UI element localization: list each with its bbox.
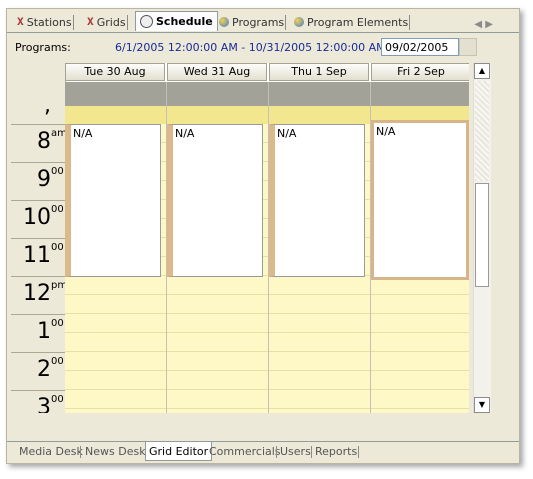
vertical-scrollbar[interactable]: ▲ ▼ bbox=[473, 63, 491, 413]
tab-news-desk[interactable]: News Desk bbox=[85, 443, 146, 460]
tab-programs-label: Programs bbox=[232, 15, 285, 29]
tab-grid-editor[interactable]: Grid Editor bbox=[145, 442, 213, 461]
day-column: Wed 31 Aug N/A bbox=[167, 63, 269, 413]
date-field[interactable] bbox=[381, 38, 459, 56]
hour-label: 1 00 bbox=[11, 314, 65, 352]
appointment[interactable]: N/A bbox=[65, 124, 161, 277]
tab-commercials[interactable]: Commercials bbox=[209, 443, 281, 460]
day-header[interactable]: Tue 30 Aug bbox=[65, 63, 165, 81]
hour-label: 10 00 bbox=[11, 200, 65, 238]
time-corner: , bbox=[44, 93, 51, 118]
tab-programs[interactable]: Programs bbox=[219, 13, 287, 31]
top-slot-band[interactable] bbox=[167, 106, 269, 124]
tab-users[interactable]: Users bbox=[280, 443, 311, 460]
tab-program-elements[interactable]: Program Elements bbox=[294, 13, 411, 31]
wrench-icon: 𝚾 bbox=[87, 16, 94, 28]
day-header[interactable]: Wed 31 Aug bbox=[167, 63, 267, 81]
hour-label: 9 00 bbox=[11, 162, 65, 200]
hour-label: 8 am bbox=[11, 124, 67, 162]
chevron-left-icon[interactable]: ◀ bbox=[474, 19, 482, 30]
day-column: Fri 2 Sep N/A bbox=[371, 63, 469, 413]
day-column: Tue 30 Aug N/A bbox=[65, 63, 167, 413]
tab-schedule[interactable]: Schedule bbox=[135, 11, 218, 31]
scrollbar-track[interactable] bbox=[475, 81, 489, 181]
day-column: Thu 1 Sep N/A bbox=[269, 63, 371, 413]
tab-grids-label: Grids bbox=[96, 15, 126, 29]
tab-scroll-arrows[interactable]: ◀ ▶ bbox=[474, 19, 493, 30]
scroll-up-button[interactable]: ▲ bbox=[474, 63, 490, 79]
tab-divider bbox=[7, 32, 519, 33]
app-window: 𝚾 Stations 𝚾 Grids Schedule Programs Pro… bbox=[6, 8, 520, 464]
schedule-grid: , 8 am 9 00 10 00 11 00 12 pm 1 00 2 00 3 00 Tue… bbox=[11, 63, 469, 413]
tab-schedule-label: Schedule bbox=[156, 15, 213, 28]
programs-range: 6/1/2005 12:00:00 AM - 10/31/2005 12:00:… bbox=[115, 41, 386, 54]
tab-reports[interactable]: Reports bbox=[315, 443, 357, 460]
hour-label: 2 00 bbox=[11, 352, 65, 390]
hour-label: 11 00 bbox=[11, 238, 65, 276]
programs-label: Programs: bbox=[15, 41, 71, 54]
bottom-tab-strip: Media Desk News Desk Grid Editor Commerc… bbox=[7, 441, 519, 462]
top-slot-band[interactable] bbox=[269, 106, 371, 124]
top-tab-strip: 𝚾 Stations 𝚾 Grids Schedule Programs Pro… bbox=[7, 11, 519, 33]
date-picker-button[interactable] bbox=[459, 38, 477, 56]
time-column: , 8 am 9 00 10 00 11 00 12 pm 1 00 2 00 3 00 bbox=[11, 63, 67, 413]
appointment[interactable]: N/A bbox=[167, 124, 263, 277]
hour-label: 3 00 bbox=[11, 390, 65, 413]
tab-stations-label: Stations bbox=[26, 15, 72, 29]
globe-icon bbox=[219, 17, 229, 27]
tab-grids[interactable]: 𝚾 Grids bbox=[87, 13, 128, 31]
scroll-down-button[interactable]: ▼ bbox=[474, 397, 490, 413]
chevron-right-icon[interactable]: ▶ bbox=[485, 19, 493, 30]
tab-media-desk[interactable]: Media Desk bbox=[19, 443, 83, 460]
scrollbar-thumb[interactable] bbox=[475, 183, 489, 287]
wrench-icon: 𝚾 bbox=[17, 16, 24, 28]
day-header[interactable]: Fri 2 Sep bbox=[371, 63, 469, 81]
appointment-selected[interactable]: N/A bbox=[371, 120, 469, 280]
all-day-area[interactable] bbox=[167, 82, 269, 106]
tab-stations[interactable]: 𝚾 Stations bbox=[17, 13, 74, 31]
appointment[interactable]: N/A bbox=[269, 124, 365, 277]
top-slot-band[interactable] bbox=[65, 106, 167, 124]
all-day-area[interactable] bbox=[65, 82, 167, 106]
globe-icon bbox=[294, 17, 304, 27]
all-day-area[interactable] bbox=[371, 82, 469, 106]
tab-program-elements-label: Program Elements bbox=[307, 15, 409, 29]
day-header[interactable]: Thu 1 Sep bbox=[269, 63, 369, 81]
all-day-area[interactable] bbox=[269, 82, 371, 106]
hour-label: 12 pm bbox=[11, 276, 67, 314]
clock-icon bbox=[140, 15, 153, 28]
